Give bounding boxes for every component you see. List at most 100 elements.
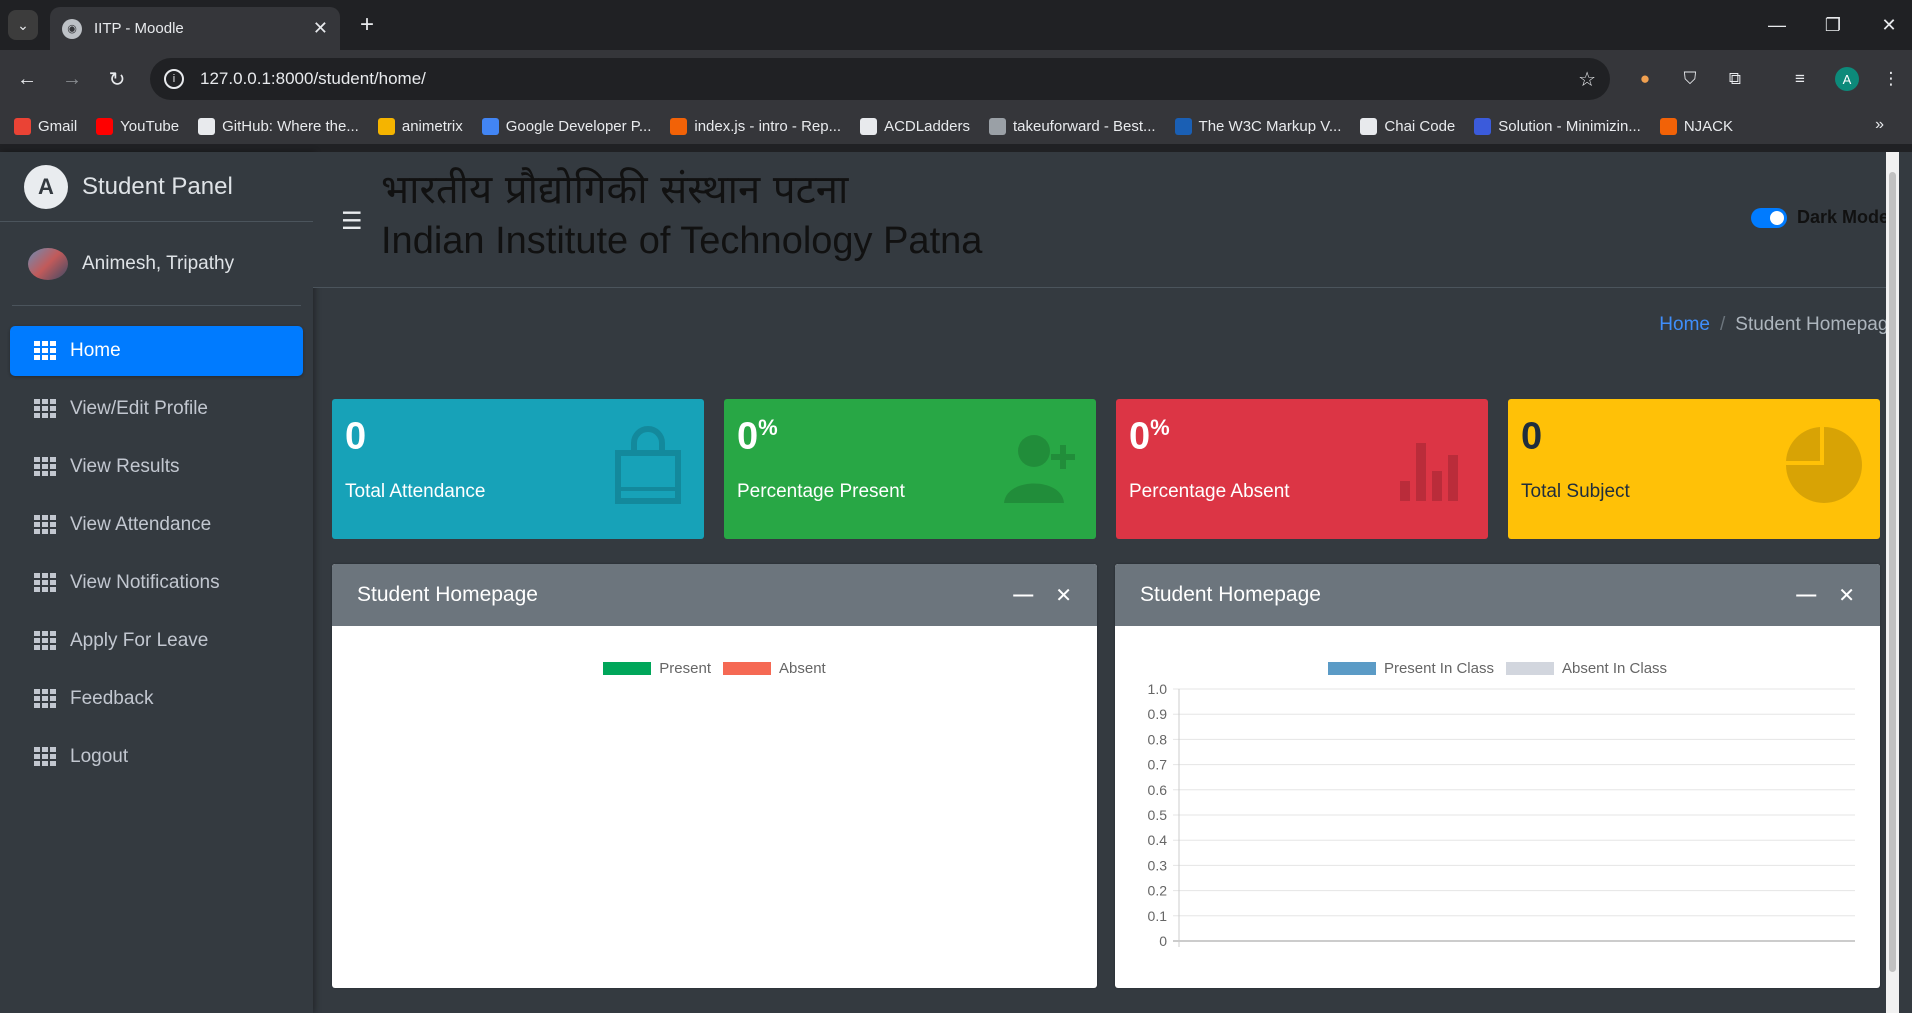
forward-icon[interactable]: → [57,64,87,94]
sidebar-item-feedback[interactable]: Feedback [10,674,303,724]
close-icon[interactable]: ✕ [1055,583,1072,608]
bookmark-item[interactable]: YouTube [96,117,179,135]
bookmark-item[interactable]: The W3C Markup V... [1174,117,1341,135]
hamburger-menu-icon[interactable]: ☰ [341,207,363,236]
back-icon[interactable]: ← [12,64,42,94]
bookmark-label: animetrix [401,117,463,135]
sidebar-nav: Home View/Edit Profile View Results View… [0,306,313,782]
legend-item-absent-in-class[interactable]: Absent In Class [1505,660,1668,677]
user-name[interactable]: Animesh, Tripathy [82,253,234,275]
grid-icon [34,515,56,535]
browser-tabstrip: ⌄ ◉ IITP - Moodle ✕ + — ❐ ✕ [0,0,1912,50]
breadcrumb-home-link[interactable]: Home [1659,314,1710,335]
collapse-icon[interactable]: — [1013,584,1033,607]
bookmark-favicon-icon [1174,117,1192,135]
sidebar-item-logout[interactable]: Logout [10,732,303,782]
grid-icon [34,573,56,593]
media-icon[interactable]: ≡ [1785,64,1815,94]
bookmark-item[interactable]: animetrix [377,117,463,135]
toggle-switch[interactable] [1750,207,1787,228]
attendance-pie-card: Student Homepage — ✕ Present Absent [332,564,1097,988]
grid-icon [34,341,56,361]
bookmark-item[interactable]: Google Developer P... [481,117,651,135]
institute-title-english: Indian Institute of Technology Patna [381,220,983,262]
dark-mode-label: Dark Mode [1796,207,1889,227]
avatar [28,247,68,280]
bookmark-label: index.js - intro - Rep... [694,117,842,135]
site-info-icon[interactable]: i [164,69,184,89]
bookmark-favicon-icon [860,117,878,135]
address-bar[interactable]: i 127.0.0.1:8000/student/home/ ☆ [150,58,1610,100]
moodle-favicon-icon: ◉ [62,18,82,39]
page-scrollbar[interactable] [1886,152,1899,1013]
bookmark-item[interactable]: takeuforward - Best... [988,117,1156,135]
bookmark-label: GitHub: Where the... [222,117,359,135]
puzzle-icon[interactable]: ⧉ [1720,64,1750,94]
bookmark-star-icon[interactable]: ☆ [1578,67,1596,92]
browser-tab[interactable]: ◉ IITP - Moodle ✕ [50,7,340,50]
y-tick-label: 0.9 [1148,706,1168,722]
legend-item-present-in-class[interactable]: Present In Class [1327,660,1494,677]
sidebar-item-label: Feedback [70,688,154,709]
sidebar-item-home[interactable]: Home [10,326,303,376]
bookmark-item[interactable]: index.js - intro - Rep... [670,117,842,135]
menu-kebab-icon[interactable]: ⋮ [1876,64,1906,94]
stat-box-percentage-absent[interactable]: 0% Percentage Absent [1116,399,1488,539]
main-content: ☰ भारतीय प्रौद्योगिकी संस्थान पटना India… [313,152,1899,1013]
bookmark-item[interactable]: Solution - Minimizin... [1474,117,1641,135]
legend-label: Absent In Class [1561,660,1668,677]
bookmark-label: Chai Code [1384,117,1456,135]
sidebar-item-apply-for-leave[interactable]: Apply For Leave [10,616,303,666]
tab-search-button[interactable]: ⌄ [8,10,38,40]
brand[interactable]: A Student Panel [0,152,313,222]
user-panel[interactable]: Animesh, Tripathy [12,222,301,306]
shield-icon[interactable]: ⛉ [1675,64,1705,94]
breadcrumb: Home / Student Homepage [1659,314,1899,336]
legend-item-absent[interactable]: Absent [723,660,826,677]
sidebar-item-view-edit-profile[interactable]: View/Edit Profile [10,384,303,434]
stat-value: 0% [737,415,778,458]
bookmark-favicon-icon [670,117,688,135]
bookmark-item[interactable]: Chai Code [1360,117,1456,135]
chevron-double-right-icon[interactable]: » [1875,116,1884,134]
sidebar-item-label: View Notifications [70,572,220,593]
page: A Student Panel Animesh, Tripathy Home V… [0,152,1912,1013]
window-close-icon[interactable]: ✕ [1874,10,1904,40]
y-tick-label: 0.1 [1148,908,1168,924]
bookmark-label: ACDLadders [884,117,970,135]
profile-avatar[interactable]: A [1835,67,1859,91]
bookmark-item[interactable]: NJACK [1659,117,1733,135]
close-icon[interactable]: ✕ [1838,583,1855,608]
sidebar-item-label: View Results [70,456,180,477]
sidebar-item-view-attendance[interactable]: View Attendance [10,500,303,550]
legend-swatch [603,662,652,675]
bookmark-favicon-icon [1659,117,1677,135]
card-header: Student Homepage — ✕ [1115,564,1880,626]
stat-box-percentage-present[interactable]: 0% Percentage Present [724,399,1096,539]
dark-mode-toggle[interactable]: Dark Mode [1750,207,1889,228]
chart-legend: Present Absent [332,660,1097,677]
minimize-icon[interactable]: — [1762,10,1792,40]
y-tick-label: 0.3 [1148,857,1168,873]
reload-icon[interactable]: ↻ [102,64,132,94]
sidebar-item-view-results[interactable]: View Results [10,442,303,492]
card-title: Student Homepage [1140,583,1321,606]
new-tab-button[interactable]: + [352,10,382,40]
scrollbar-thumb[interactable] [1889,172,1896,972]
restore-icon[interactable]: ❐ [1818,10,1848,40]
url-text[interactable]: 127.0.0.1:8000/student/home/ [200,69,1578,89]
legend-label: Present In Class [1383,660,1494,677]
close-icon[interactable]: ✕ [313,18,328,39]
stat-box-total-subject[interactable]: 0 Total Subject [1508,399,1880,539]
collapse-icon[interactable]: — [1796,584,1816,607]
legend-item-present[interactable]: Present [603,660,711,677]
sidebar-item-view-notifications[interactable]: View Notifications [10,558,303,608]
bookmark-item[interactable]: Gmail [14,117,77,135]
extension-icon[interactable]: ● [1630,64,1660,94]
stat-box-total-attendance[interactable]: 0 Total Attendance [332,399,704,539]
bookmark-item[interactable]: ACDLadders [860,117,970,135]
y-tick-label: 0.7 [1148,757,1168,773]
pie-chart-icon [1786,427,1862,503]
bookmark-item[interactable]: GitHub: Where the... [198,117,359,135]
bookmarks-bar: Gmail YouTube GitHub: Where the... animetri… [0,108,1912,144]
